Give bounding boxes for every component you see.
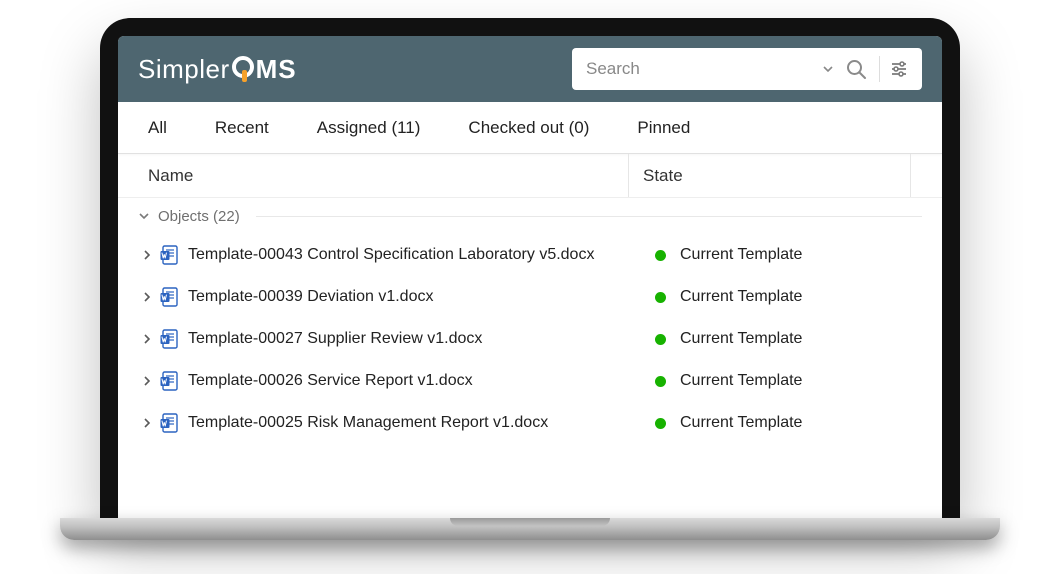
document-name[interactable]: Template-00043 Control Specification Lab… xyxy=(188,246,628,264)
filter-icon xyxy=(889,59,909,79)
tab-assigned[interactable]: Assigned (11) xyxy=(317,118,421,138)
brand-logo: Simpler MS xyxy=(138,54,297,85)
document-state: Current Template xyxy=(680,372,802,390)
word-doc-icon xyxy=(158,329,180,349)
document-state: Current Template xyxy=(680,330,802,348)
status-indicator xyxy=(650,418,670,429)
search-input[interactable] xyxy=(586,59,817,79)
document-name[interactable]: Template-00026 Service Report v1.docx xyxy=(188,372,628,390)
table-row: Template-00025 Risk Management Report v1… xyxy=(138,402,922,444)
row-expand-toggle[interactable] xyxy=(138,418,156,428)
row-expand-toggle[interactable] xyxy=(138,376,156,386)
row-expand-toggle[interactable] xyxy=(138,292,156,302)
table-row: Template-00039 Deviation v1.docx Current… xyxy=(138,276,922,318)
tab-pinned[interactable]: Pinned xyxy=(637,118,690,138)
column-header: Name State xyxy=(118,154,942,198)
table-row: Template-00043 Control Specification Lab… xyxy=(138,234,922,276)
chevron-right-icon xyxy=(142,250,152,260)
table-row: Template-00026 Service Report v1.docx Cu… xyxy=(138,360,922,402)
word-doc-icon xyxy=(158,287,180,307)
status-indicator xyxy=(650,250,670,261)
word-doc-icon xyxy=(158,245,180,265)
status-indicator xyxy=(650,376,670,387)
chevron-down-icon xyxy=(822,63,834,75)
tab-checked-out[interactable]: Checked out (0) xyxy=(468,118,589,138)
document-list: Template-00043 Control Specification Lab… xyxy=(118,234,942,454)
tab-bar: All Recent Assigned (11) Checked out (0)… xyxy=(118,102,942,154)
chevron-right-icon xyxy=(142,418,152,428)
table-row: Template-00027 Supplier Review v1.docx C… xyxy=(138,318,922,360)
group-header[interactable]: Objects (22) xyxy=(118,198,942,234)
column-state[interactable]: State xyxy=(643,166,683,186)
status-indicator xyxy=(650,334,670,345)
status-indicator xyxy=(650,292,670,303)
chevron-right-icon xyxy=(142,292,152,302)
row-expand-toggle[interactable] xyxy=(138,250,156,260)
brand-q-icon xyxy=(232,56,254,78)
word-doc-icon xyxy=(158,371,180,391)
document-state: Current Template xyxy=(680,414,802,432)
search-icon xyxy=(844,57,868,81)
laptop-base xyxy=(60,518,1000,540)
chevron-right-icon xyxy=(142,376,152,386)
chevron-down-icon xyxy=(138,210,150,222)
search-divider xyxy=(879,56,880,82)
word-doc-icon xyxy=(158,413,180,433)
column-name[interactable]: Name xyxy=(148,166,628,186)
app-header: Simpler MS xyxy=(118,36,942,102)
search-dropdown-toggle[interactable] xyxy=(817,63,839,75)
chevron-right-icon xyxy=(142,334,152,344)
search-button[interactable] xyxy=(839,57,873,81)
app-screen: Simpler MS xyxy=(118,36,942,518)
group-label: Objects (22) xyxy=(158,208,240,225)
document-name[interactable]: Template-00025 Risk Management Report v1… xyxy=(188,414,628,432)
document-name[interactable]: Template-00027 Supplier Review v1.docx xyxy=(188,330,628,348)
document-state: Current Template xyxy=(680,288,802,306)
search-box xyxy=(572,48,922,90)
laptop-frame: Simpler MS xyxy=(100,18,960,518)
brand-part1: Simpler xyxy=(138,54,230,85)
brand-part2: MS xyxy=(256,54,297,85)
row-expand-toggle[interactable] xyxy=(138,334,156,344)
tab-all[interactable]: All xyxy=(148,118,167,138)
document-state: Current Template xyxy=(680,246,802,264)
filter-button[interactable] xyxy=(886,59,912,79)
tab-recent[interactable]: Recent xyxy=(215,118,269,138)
group-divider xyxy=(256,216,922,217)
document-name[interactable]: Template-00039 Deviation v1.docx xyxy=(188,288,628,306)
